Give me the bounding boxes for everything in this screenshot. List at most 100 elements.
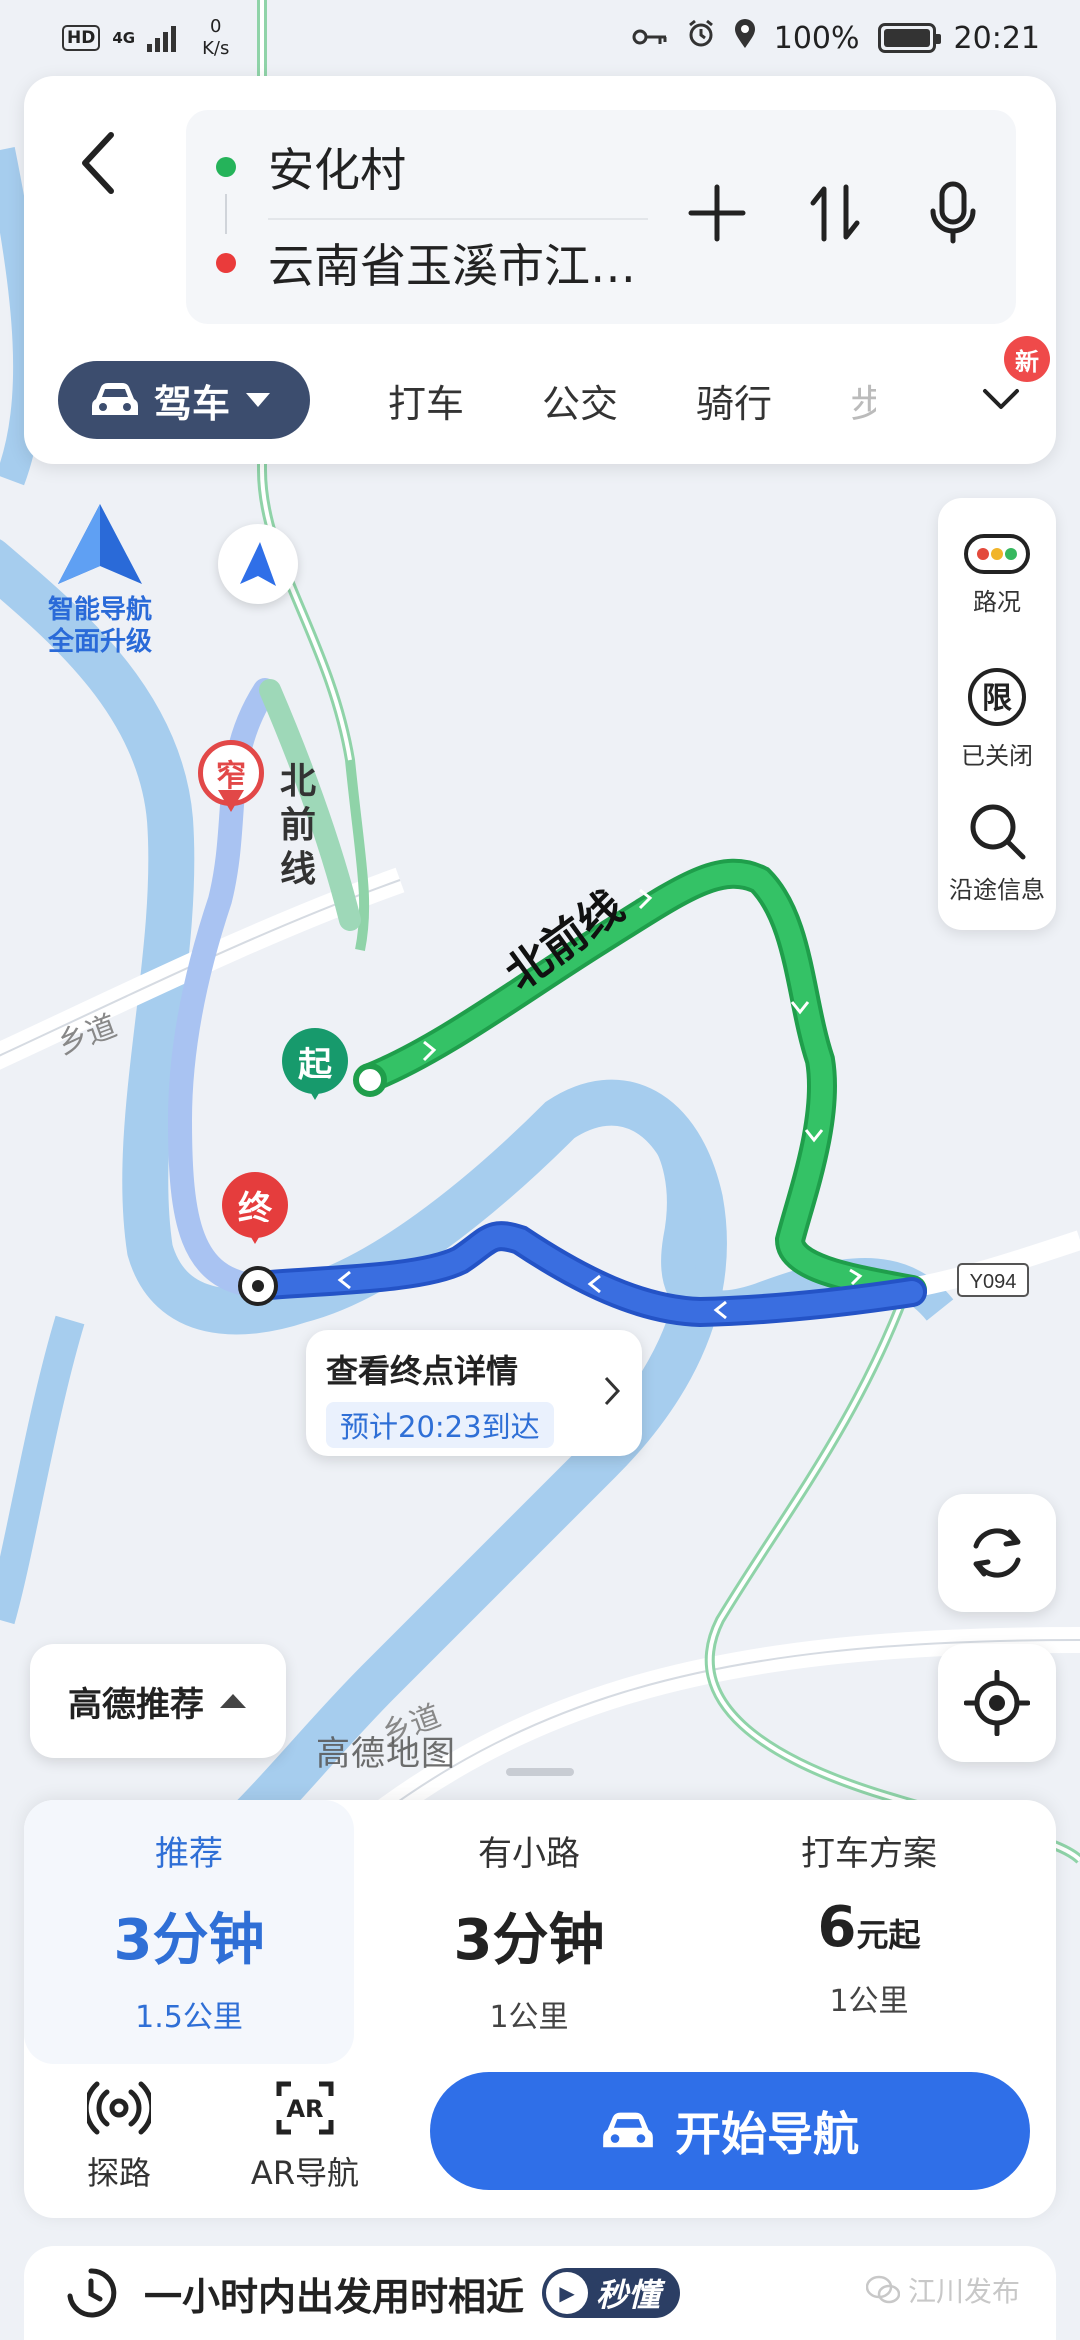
caret-up-icon xyxy=(220,1694,246,1708)
destination-text: 云南省玉溪市江… xyxy=(268,239,636,293)
start-navigation-button[interactable]: 开始导航 xyxy=(430,2072,1030,2190)
tab-bike[interactable]: 骑行 xyxy=(696,373,772,428)
ar-icon: AR xyxy=(276,2081,334,2135)
chevron-down-icon xyxy=(983,389,1019,409)
back-arrow-icon xyxy=(82,132,114,194)
car-icon xyxy=(92,383,138,415)
option-distance: 1公里 xyxy=(829,1984,909,2019)
route-option-small-road[interactable]: 有小路 3分钟 1公里 xyxy=(364,1800,694,2064)
along-route-info[interactable]: 沿途信息 xyxy=(938,800,1056,905)
chevron-right-icon xyxy=(604,1376,621,1406)
tab-taxi[interactable]: 打车 xyxy=(388,373,464,428)
navigation-arrow-icon xyxy=(240,542,276,586)
network-indicator: 4G xyxy=(112,28,136,47)
signal-icon xyxy=(147,24,177,52)
clock-time: 20:21 xyxy=(953,20,1040,56)
destination-field[interactable]: 云南省玉溪市江… xyxy=(216,228,636,298)
option-distance: 1.5公里 xyxy=(135,2000,243,2035)
quick-explain-tag[interactable]: ▶ 秒懂 xyxy=(542,2268,681,2318)
map-side-toolbar: 路况 限 已关闭 沿途信息 xyxy=(938,498,1056,930)
option-label: 有小路 xyxy=(478,1834,580,1874)
narrow-road-marker[interactable]: 窄 xyxy=(198,740,264,824)
current-location-marker xyxy=(218,524,298,604)
key-icon xyxy=(632,21,668,56)
battery-icon xyxy=(877,23,941,53)
tab-transit[interactable]: 公交 xyxy=(542,373,618,428)
new-badge: 新 xyxy=(1004,336,1050,382)
swap-route-button[interactable] xyxy=(802,180,868,246)
destination-dot xyxy=(216,253,236,273)
voice-input-button[interactable] xyxy=(920,180,986,246)
microphone-icon xyxy=(930,181,976,244)
road-label-vertical: 北前线 xyxy=(280,761,317,890)
option-distance: 1公里 xyxy=(489,2000,569,2035)
ar-nav-label: AR导航 xyxy=(250,2154,360,2192)
clock-icon xyxy=(67,2268,117,2318)
alarm-icon xyxy=(686,19,716,57)
origin-field[interactable]: 安化村 xyxy=(216,132,406,202)
destination-detail-title: 查看终点详情 xyxy=(326,1352,519,1390)
restriction-icon: 限 xyxy=(968,668,1026,726)
svg-text:AR: AR xyxy=(286,2095,323,2123)
refresh-icon xyxy=(973,1528,1021,1578)
option-label: 打车方案 xyxy=(801,1834,937,1874)
smart-nav-line1: 智能导航 xyxy=(47,595,152,625)
hd-indicator: HD xyxy=(62,25,101,51)
smart-nav-line2: 全面升级 xyxy=(47,627,152,657)
restriction-toggle[interactable]: 限 已关闭 xyxy=(938,666,1056,771)
smart-nav-promo[interactable]: 智能导航 全面升级 xyxy=(34,500,166,670)
route-planner-card: 安化村 云南省玉溪市江… 驾车 打车 公交 骑行 步 新 xyxy=(24,76,1056,464)
wechat-source: 江川发布 xyxy=(865,2270,1020,2310)
start-navigation-label: 开始导航 xyxy=(675,2107,859,2161)
refresh-route-button[interactable] xyxy=(938,1494,1056,1612)
origin-text: 安化村 xyxy=(268,143,406,197)
svg-text:限: 限 xyxy=(982,681,1012,716)
traffic-light-icon xyxy=(964,534,1030,574)
swap-icon xyxy=(810,184,860,242)
ar-nav-button[interactable]: AR AR导航 xyxy=(230,2080,380,2194)
end-marker[interactable]: 终 xyxy=(222,1172,288,1256)
destination-detail-card[interactable]: 查看终点详情 预计20:23到达 xyxy=(306,1330,642,1456)
play-icon: ▶ xyxy=(546,2272,589,2314)
route-input-box: 安化村 云南省玉溪市江… xyxy=(186,110,1016,324)
chevron-down-icon xyxy=(246,393,271,407)
battery-percent: 100% xyxy=(773,20,860,56)
route-option-taxi[interactable]: 打车方案 6元起 1公里 xyxy=(704,1800,1034,2064)
explore-button[interactable]: 探路 xyxy=(44,2080,194,2194)
more-modes-button[interactable]: 新 xyxy=(966,336,1050,434)
explore-icon xyxy=(87,2081,151,2135)
traffic-toggle[interactable]: 路况 xyxy=(938,534,1056,617)
origin-dot xyxy=(216,157,236,177)
option-time: 3分钟 xyxy=(113,1908,265,1973)
status-bar: HD 4G 0 K/s 100% 20:21 xyxy=(0,0,1080,76)
tab-drive[interactable]: 驾车 xyxy=(58,361,311,439)
sheet-drag-handle[interactable] xyxy=(506,1768,574,1776)
road-code-label: Y094 xyxy=(970,1271,1017,1293)
search-icon xyxy=(970,804,1026,860)
eta-badge: 预计20:23到达 xyxy=(326,1402,554,1448)
locate-me-button[interactable] xyxy=(938,1644,1056,1762)
location-icon xyxy=(734,19,756,57)
add-waypoint-button[interactable] xyxy=(684,180,750,246)
nav-arrow-icon xyxy=(58,504,142,584)
route-option-recommended[interactable]: 推荐 3分钟 1.5公里 xyxy=(24,1800,354,2064)
option-time: 6元起 xyxy=(817,1895,921,1960)
recommend-toggle[interactable]: 高德推荐 xyxy=(30,1644,286,1758)
wechat-icon xyxy=(865,2275,900,2304)
map-watermark: 高德地图 xyxy=(316,1734,456,1774)
plus-icon xyxy=(688,184,746,242)
option-label: 推荐 xyxy=(155,1834,223,1874)
sheet-actions: 探路 AR AR导航 开始导航 xyxy=(24,2072,1056,2200)
recommend-label: 高德推荐 xyxy=(68,1684,204,1725)
net-speed: 0 K/s xyxy=(202,16,230,59)
tab-walk-partial[interactable]: 步 xyxy=(850,373,876,428)
option-time: 3分钟 xyxy=(453,1908,605,1973)
locate-icon xyxy=(964,1670,1030,1736)
back-button[interactable] xyxy=(64,118,134,208)
car-icon xyxy=(603,2112,653,2148)
departure-tip-bar[interactable]: 一小时内出发用时相近 ▶ 秒懂 江川发布 xyxy=(24,2246,1056,2340)
restriction-label: 已关闭 xyxy=(961,742,1033,770)
start-marker[interactable]: 起 xyxy=(282,1028,348,1112)
route-options-sheet: 推荐 3分钟 1.5公里 有小路 3分钟 1公里 打车方案 6元起 1公里 探路… xyxy=(24,1800,1056,2218)
traffic-label: 路况 xyxy=(973,588,1021,616)
